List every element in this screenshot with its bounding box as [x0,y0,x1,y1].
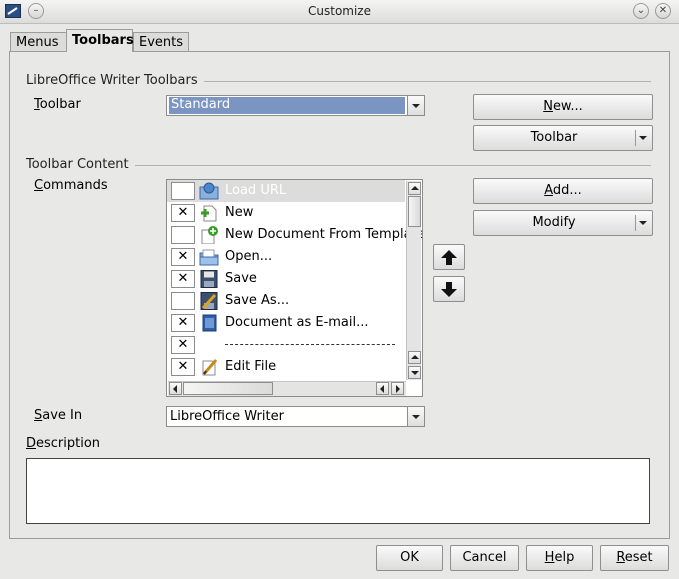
scroll-up-button[interactable] [408,182,421,195]
toolbars-section-heading: LibreOffice Writer Toolbars [26,73,204,88]
scroll-up-button[interactable] [408,351,421,364]
toolbar-select[interactable]: Standard [166,95,425,116]
command-checkbox[interactable] [171,182,195,200]
modify-menu-button[interactable]: Modify [473,210,653,236]
scroll-thumb[interactable] [183,382,273,395]
scroll-down-button[interactable] [408,366,421,379]
scroll-thumb[interactable] [408,196,421,227]
command-checkbox[interactable]: ✕ [171,358,195,376]
commands-label: Commands [34,178,108,193]
separator-line [225,344,395,345]
cancel-button[interactable]: Cancel [450,545,519,571]
new-toolbar-button[interactable]: New... [473,94,653,120]
list-item[interactable]: Load URL [167,180,405,202]
save-in-value: LibreOffice Writer [170,409,284,424]
content-section-heading: Toolbar Content [26,157,135,172]
chevron-down-icon[interactable] [407,96,424,115]
window-title: Customize [308,4,371,18]
command-checkbox[interactable] [171,292,195,310]
open-folder-icon [199,249,219,266]
arrow-down-icon [441,282,457,297]
ok-button[interactable]: OK [376,545,443,571]
description-box [26,458,650,524]
command-checkbox[interactable]: ✕ [171,314,195,332]
pencil-edit-icon [202,359,218,376]
chevron-down-icon [639,221,647,225]
list-item[interactable]: ✕ [167,334,405,356]
command-checkbox[interactable]: ✕ [171,248,195,266]
tab-events[interactable]: Events [133,32,189,51]
scroll-right-button[interactable] [391,382,404,395]
chevron-down-icon[interactable] [407,407,424,426]
save-in-label: Save In [34,408,83,423]
description-label: Description [26,436,101,451]
new-document-icon [201,205,217,222]
add-command-button[interactable]: Add... [473,178,653,204]
tab-menus[interactable]: Menus [10,32,67,51]
save-as-icon [200,292,218,310]
minimize-icon[interactable]: ⌄ [633,3,649,19]
help-button[interactable]: Help [526,545,593,571]
command-checkbox[interactable]: ✕ [171,336,195,354]
save-in-select[interactable]: LibreOffice Writer [166,406,425,427]
command-checkbox[interactable]: ✕ [171,270,195,288]
scroll-left-button[interactable] [376,382,389,395]
commands-list[interactable]: Load URL ✕ New New Document From Templat… [166,179,423,397]
load-url-icon [199,182,219,200]
reset-button[interactable]: Reset [600,545,669,571]
close-icon[interactable]: ✕ [655,3,671,19]
command-checkbox[interactable] [171,226,195,244]
toolbar-menu-button[interactable]: Toolbar [473,125,653,151]
list-item[interactable]: Save As... [167,290,405,312]
arrow-up-icon [441,250,457,265]
scroll-left-button[interactable] [169,382,182,395]
list-item[interactable]: ✕ Save [167,268,405,290]
list-item[interactable]: ✕ New [167,202,405,224]
list-item[interactable]: New Document From Template [167,224,422,246]
list-item[interactable]: ✕ Open... [167,246,405,268]
tab-toolbars[interactable]: Toolbars [66,29,134,52]
move-down-button[interactable] [433,276,465,302]
move-up-button[interactable] [433,244,465,270]
toolbar-label: Toolbar [34,97,81,112]
list-item[interactable]: ✕ Edit File [167,356,405,378]
chevron-down-icon [639,136,647,140]
list-item[interactable]: ✕ Document as E-mail... [167,312,405,334]
email-document-icon [202,314,217,332]
new-from-template-icon [201,226,218,244]
command-checkbox[interactable]: ✕ [171,204,195,222]
toolbar-select-value: Standard [169,97,405,114]
floppy-disk-icon [200,270,218,288]
